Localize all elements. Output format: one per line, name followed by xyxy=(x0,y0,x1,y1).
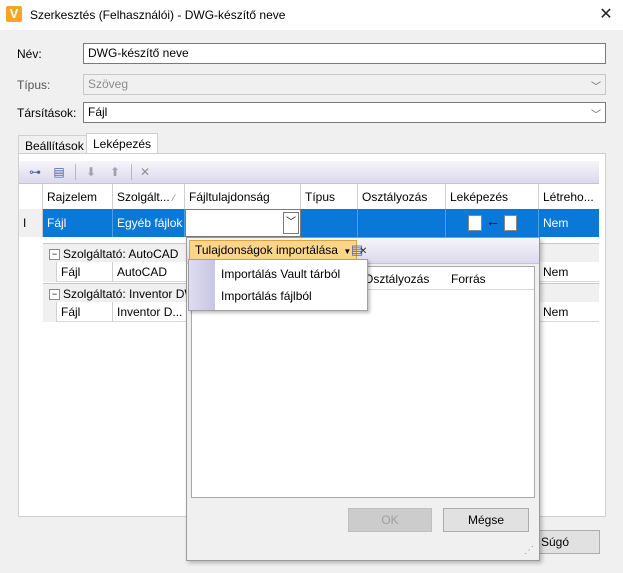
group-title: Szolgáltató: AutoCAD xyxy=(63,247,179,261)
import-menu: Importálás Vault tárból Importálás fájlb… xyxy=(188,259,368,311)
collapse-icon[interactable]: − xyxy=(49,249,60,261)
move-down-icon: ⬇ xyxy=(85,165,97,179)
row-indent xyxy=(43,262,57,282)
menu-item-import-vault[interactable]: Importálás Vault tárból xyxy=(221,263,340,285)
move-up-icon: ⬆ xyxy=(109,165,121,179)
cell-entity[interactable]: Fájl xyxy=(57,262,113,282)
column-header-type[interactable]: Típus xyxy=(301,184,358,209)
cell-create[interactable]: Nem xyxy=(539,302,599,322)
row-indicator-header xyxy=(19,184,43,209)
import-properties-label: Tulajdonságok importálása xyxy=(195,243,338,257)
column-header-create[interactable]: Létreho... xyxy=(539,184,599,209)
document-icon xyxy=(504,215,517,231)
column-header-classification[interactable]: Osztályozás xyxy=(358,184,446,209)
row-indicator: I xyxy=(19,209,43,237)
popup-column-source[interactable]: Forrás xyxy=(451,272,486,286)
associations-value: Fájl xyxy=(88,105,108,119)
menu-icon-strip xyxy=(189,260,215,310)
cell-provider[interactable]: AutoCAD xyxy=(113,262,187,282)
tab-mapping[interactable]: Leképezés xyxy=(86,133,159,155)
column-header-entity[interactable]: Rajzelem xyxy=(43,184,113,209)
tab-settings[interactable]: Beállítások xyxy=(18,135,91,155)
column-header-provider-label: Szolgált... xyxy=(117,190,170,204)
name-input[interactable]: DWG-készítő neve xyxy=(83,43,606,64)
delete-icon: ✕ xyxy=(139,165,151,179)
group-title: Szolgáltató: Inventor DWG xyxy=(63,287,206,301)
cell-provider[interactable]: Egyéb fájlok xyxy=(113,209,185,237)
import-properties-dropdown[interactable]: Tulajdonságok importálása ▼ xyxy=(189,240,358,260)
hierarchy-icon[interactable]: ⊶ xyxy=(27,164,43,180)
chevron-down-icon: ﹀ xyxy=(591,82,601,93)
arrow-left-icon: ← xyxy=(486,213,500,229)
cell-type[interactable] xyxy=(301,209,358,237)
window-title: Szerkesztés (Felhasználói) - DWG-készítő… xyxy=(30,8,286,22)
cell-create[interactable]: Nem xyxy=(539,209,599,237)
column-header-property[interactable]: Fájltulajdonság xyxy=(185,184,301,209)
property-source-icon xyxy=(468,215,482,231)
cell-entity[interactable]: Fájl xyxy=(57,302,113,322)
cell-entity[interactable]: Fájl xyxy=(43,209,113,237)
menu-item-import-file[interactable]: Importálás fájlból xyxy=(221,285,312,307)
ok-button: OK xyxy=(348,508,432,532)
cell-classification[interactable] xyxy=(358,209,446,237)
row-indent xyxy=(43,302,57,322)
table-row-selected[interactable]: I Fájl Egyéb fájlok ﹀ ← Nem xyxy=(19,209,599,237)
chevron-down-icon: ﹀ xyxy=(591,110,601,121)
cell-mapping[interactable]: ← xyxy=(446,209,539,237)
cancel-button[interactable]: Mégse xyxy=(443,508,529,532)
close-icon: ✕ xyxy=(599,6,613,23)
name-label: Név: xyxy=(17,47,42,61)
column-header-provider[interactable]: Szolgált... ⁄ xyxy=(113,184,185,209)
collapse-icon[interactable]: − xyxy=(49,289,60,301)
type-label: Típus: xyxy=(17,78,51,92)
type-value: Szöveg xyxy=(88,77,129,91)
cell-create[interactable]: Nem xyxy=(539,262,599,282)
column-header-mapping[interactable]: Leképezés xyxy=(446,184,539,209)
close-button[interactable]: ✕ xyxy=(594,4,618,26)
cell-provider[interactable]: Inventor D... xyxy=(113,302,187,322)
vault-app-icon: V xyxy=(6,6,22,22)
resize-grip-icon[interactable]: ⋰ xyxy=(524,545,534,556)
associations-combo[interactable]: Fájl ﹀ xyxy=(83,102,606,123)
associations-label: Társítások: xyxy=(17,106,77,120)
type-combo: Szöveg ﹀ xyxy=(83,74,606,95)
sort-icon: ⁄ xyxy=(173,193,175,203)
toolbar-separator xyxy=(131,164,132,180)
chevron-down-icon[interactable]: ﹀ xyxy=(283,212,299,234)
popup-column-classification[interactable]: Osztályozás xyxy=(364,272,429,286)
toolbar-separator xyxy=(75,164,76,180)
property-combo[interactable]: ﹀ xyxy=(185,209,301,237)
list-view-icon[interactable]: ▤ xyxy=(51,164,67,180)
clear-list-icon[interactable]: ▤ ✕ xyxy=(351,242,369,258)
title-bar: V Szerkesztés (Felhasználói) - DWG-készí… xyxy=(0,0,623,30)
mapping-toolbar: ⊶ ▤ ⬇ ⬆ ✕ xyxy=(19,161,599,184)
grid-header: Rajzelem Szolgált... ⁄ Fájltulajdonság T… xyxy=(19,184,599,210)
